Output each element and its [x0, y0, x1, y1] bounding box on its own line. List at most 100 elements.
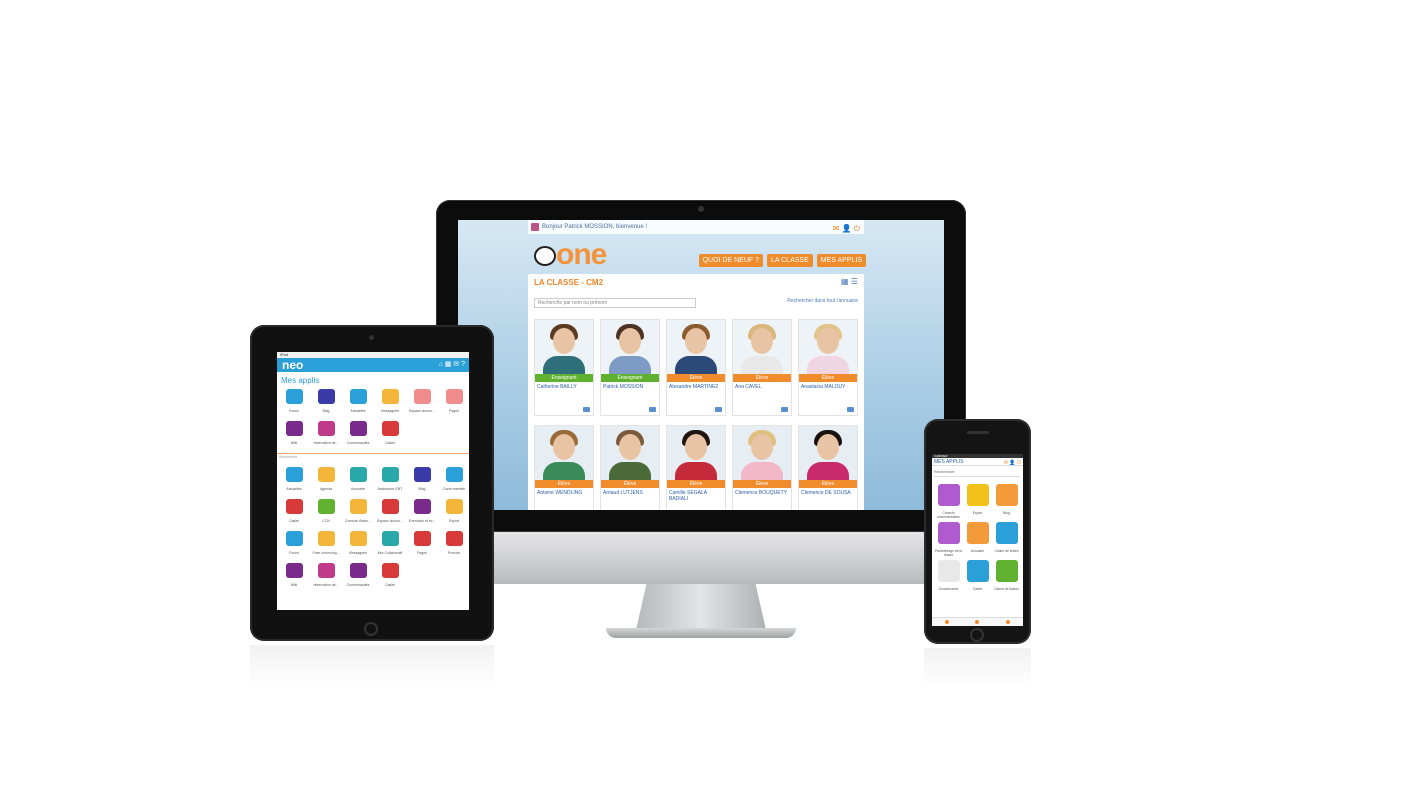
app-tile[interactable]: Mur Collaboratif [374, 531, 406, 559]
view-toggle-icons[interactable]: ▦ ☰ [841, 277, 858, 286]
app-tile[interactable]: Pronote [438, 531, 469, 559]
app-tile[interactable]: Agenda [310, 467, 342, 495]
person-card[interactable]: Élève Clemence DE SOUSA [798, 425, 858, 510]
app-tile[interactable]: Casier [278, 499, 310, 527]
person-card[interactable]: Élève Ana CAVEL [732, 319, 792, 416]
role-badge: Élève [733, 480, 791, 488]
app-tile[interactable]: Casier [374, 421, 406, 449]
nav-quoi-de-neuf[interactable]: QUOI DE NEUF ? [698, 254, 763, 267]
bottom-nav-profile-icon[interactable] [975, 620, 980, 624]
app-icon [937, 560, 960, 582]
app-icon [966, 484, 989, 506]
app-tile[interactable]: CCN [310, 499, 342, 527]
nav-mes-applis[interactable]: MES APPLIS [816, 254, 866, 267]
app-tile[interactable]: Cahier de textes [992, 522, 1021, 556]
avatar[interactable] [531, 223, 539, 231]
person-name[interactable]: Clemence BOUQUETY [733, 488, 791, 498]
app-tile[interactable]: Paramétrage de la classe [934, 522, 963, 557]
app-tile[interactable]: réservation de... [310, 563, 342, 591]
app-tile[interactable]: Wiki [278, 563, 310, 591]
person-card[interactable]: Élève Arnaud LUTJENS [600, 425, 660, 510]
one-logo[interactable]: one [534, 238, 607, 272]
bottom-nav-home-icon[interactable] [945, 620, 950, 624]
app-icon [285, 389, 303, 404]
separator-label: Rechercher [279, 455, 298, 459]
app-label: Carnet de liaison [994, 587, 1019, 591]
topbar-icons[interactable]: ✉ 👤 ⏻ [833, 222, 860, 236]
search-all-link[interactable]: Rechercher dans tout l'annuaire [787, 298, 858, 304]
mail-icon[interactable] [649, 407, 656, 412]
person-name[interactable]: Catherine BAILLY [535, 382, 593, 392]
app-tile[interactable]: Frise chronolog... [310, 531, 342, 559]
mail-icon[interactable] [781, 407, 788, 412]
app-tile[interactable]: Casier [374, 563, 406, 591]
iphone-search-input[interactable]: Rechercher [934, 469, 1021, 477]
person-name[interactable]: Clemence DE SOUSA [799, 488, 857, 498]
app-tile[interactable]: Carnet de liaison [992, 560, 1021, 594]
app-tile[interactable]: Export [438, 499, 469, 527]
person-name[interactable]: Patrick MOSSION [601, 382, 659, 392]
app-tile[interactable]: Blog [406, 467, 438, 495]
person-card[interactable]: Élève Camille SEGALA BADIALI [666, 425, 726, 510]
app-tile[interactable]: Exercices et év... [406, 499, 438, 527]
app-tile[interactable]: Espace docum... [374, 499, 406, 527]
app-tile[interactable]: Espace docum... [406, 389, 438, 417]
app-tile[interactable]: Actualités [278, 467, 310, 495]
person-card[interactable]: Élève Anastacia MALOUY [798, 319, 858, 416]
person-card[interactable]: Élève Antoine WENDLING [534, 425, 594, 510]
iphone-home-button[interactable] [970, 628, 984, 642]
app-tile[interactable]: Carte mentale [438, 467, 469, 495]
person-photo [601, 426, 659, 480]
app-tile[interactable]: Gouvernance [934, 560, 963, 594]
person-name[interactable]: Camille SEGALA BADIALI [667, 488, 725, 504]
app-icon [413, 531, 431, 546]
person-card[interactable]: Enseignant Catherine BAILLY [534, 319, 594, 416]
app-tile[interactable]: réservation de... [310, 421, 342, 449]
ipad-home-button[interactable] [364, 622, 378, 636]
app-tile[interactable]: Communautés [342, 421, 374, 449]
app-tile[interactable]: Pages [438, 389, 469, 417]
app-tile[interactable]: Export [963, 484, 992, 518]
app-label: Blog [322, 409, 330, 413]
app-tile[interactable]: Console d'administration [934, 484, 963, 519]
app-tile[interactable]: Actualités [342, 389, 374, 417]
neo-header-icons[interactable]: ⌂ ▦ ✉ ? [439, 360, 465, 368]
face-shape [619, 434, 641, 460]
mail-icon[interactable] [847, 407, 854, 412]
mail-icon[interactable] [583, 407, 590, 412]
app-tile[interactable]: Casier [963, 560, 992, 594]
person-card[interactable]: Enseignant Patrick MOSSION [600, 319, 660, 416]
iphone-header-icons[interactable]: ✉ 👤 ⏻ [1004, 459, 1021, 467]
app-tile[interactable]: Communautés [342, 563, 374, 591]
app-tile[interactable]: Annuaire [963, 522, 992, 556]
person-name[interactable]: Ana CAVEL [733, 382, 791, 392]
app-tile[interactable]: Console d'adm... [342, 499, 374, 527]
app-tile[interactable]: Wiki [278, 421, 310, 449]
person-name[interactable]: Arnaud LUTJENS [601, 488, 659, 498]
body-shape [609, 462, 651, 480]
bottom-nav-apps-icon[interactable] [1005, 620, 1010, 624]
app-tile[interactable]: Assistance ENT [374, 467, 406, 495]
imac-device: Bonjour Patrick MOSSION, bienvenue ! ✉ 👤… [436, 200, 966, 640]
search-input[interactable]: Recherche par nom ou prénom [534, 298, 696, 308]
mail-icon[interactable] [715, 407, 722, 412]
person-name[interactable]: Alexandre MARTINEZ [667, 382, 725, 392]
person-name[interactable]: Anastacia MALOUY [799, 382, 857, 392]
app-tile[interactable]: Forum [278, 389, 310, 417]
person-card[interactable]: Élève Clemence BOUQUETY [732, 425, 792, 510]
app-tile[interactable]: Messagerie [342, 531, 374, 559]
app-label: Communautés [346, 441, 370, 445]
role-badge: Élève [733, 374, 791, 382]
person-card[interactable]: Élève Alexandre MARTINEZ [666, 319, 726, 416]
nav-la-classe[interactable]: LA CLASSE [767, 254, 813, 267]
app-label: Wiki [290, 441, 298, 445]
app-tile[interactable]: Forum [278, 531, 310, 559]
app-tile[interactable]: Pages [406, 531, 438, 559]
app-tile[interactable]: Annuaire [342, 467, 374, 495]
app-label: Frise chronolog... [312, 551, 340, 555]
neo-logo[interactable]: neo [282, 358, 303, 372]
app-tile[interactable]: Messagerie [374, 389, 406, 417]
app-tile[interactable]: Blog [992, 484, 1021, 518]
person-name[interactable]: Antoine WENDLING [535, 488, 593, 498]
app-tile[interactable]: Blog [310, 389, 342, 417]
